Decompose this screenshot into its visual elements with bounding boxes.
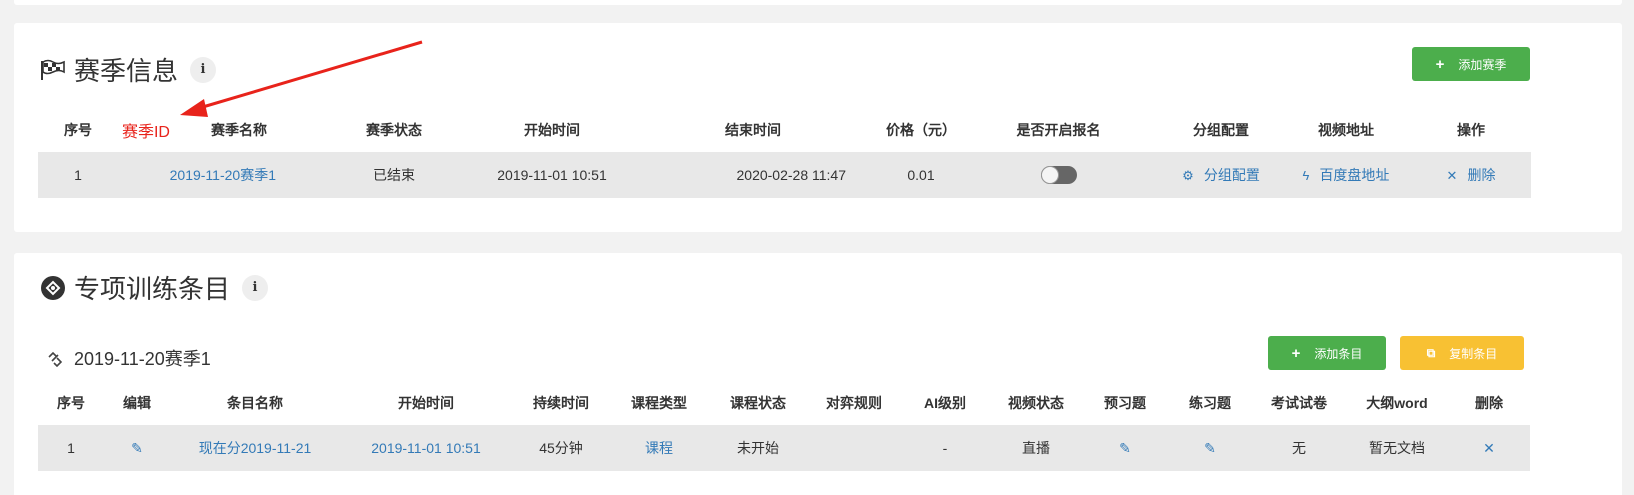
annotation-arrow-icon: [180, 40, 423, 117]
